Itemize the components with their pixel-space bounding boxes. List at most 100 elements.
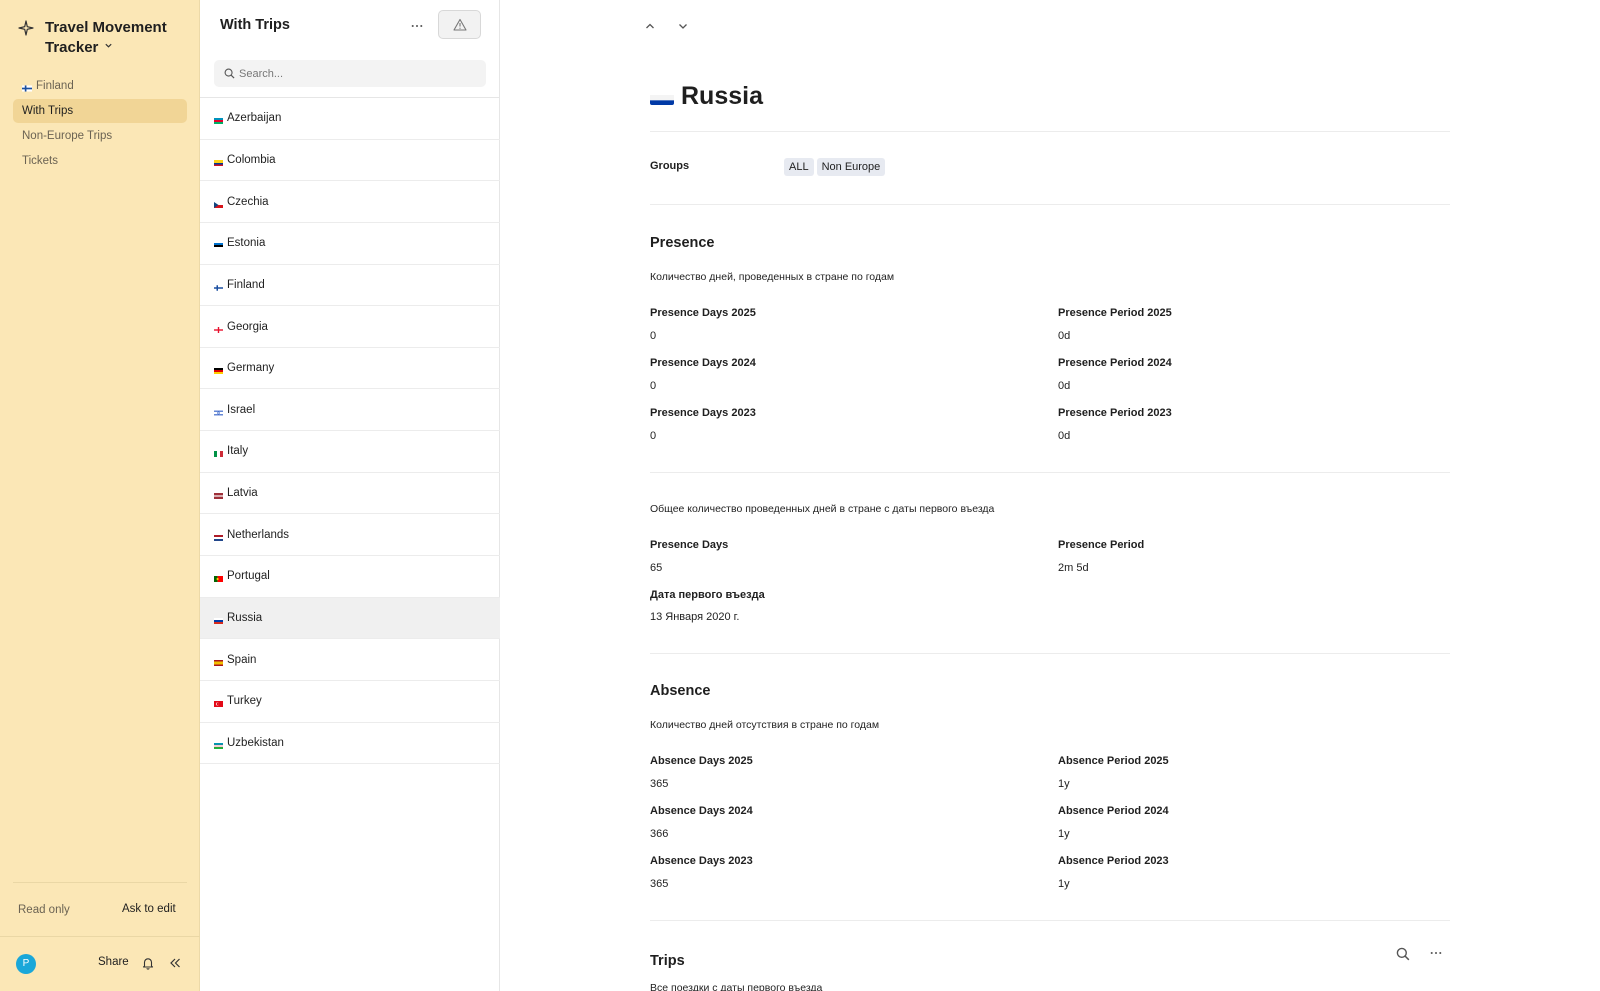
list-item-label: Colombia [227,153,276,166]
list-item-finland[interactable]: Finland [200,265,500,307]
chevron-down-icon [105,43,113,48]
spain-flag-icon [214,657,223,666]
israel-flag-icon [214,407,223,416]
sidebar-item-label: Tickets [22,155,58,167]
app-title[interactable]: Travel Movement Tracker [45,18,195,58]
divider [650,131,1450,132]
list-item-italy[interactable]: Italy [200,431,500,473]
presence-days-2023-value: 0 [650,430,657,442]
share-button[interactable]: Share [98,956,129,968]
list-item-label: Germany [227,362,275,375]
absence-days-2024-value: 366 [650,828,669,840]
absence-days-2023-value: 365 [650,878,669,890]
sidebar-item-finland[interactable]: Finland [13,74,187,98]
list-item-georgia[interactable]: Georgia [200,306,500,348]
germany-flag-icon [214,365,223,375]
trips-more-button[interactable] [1426,942,1446,960]
presence-period-2024-value: 0d [1058,380,1071,392]
absence-period-2023-label: Absence Period 2023 [1058,855,1169,867]
list-item-label: Uzbekistan [227,736,284,749]
list-item-label: Russia [227,612,263,624]
absence-days-2024-label: Absence Days 2024 [650,805,753,817]
azerbaijan-flag-icon [214,115,223,125]
list-item-label: Latvia [227,487,258,500]
list-item-label: Netherlands [227,528,290,541]
more-horizontal-icon [411,24,423,28]
presence-period-2024-label: Presence Period 2024 [1058,357,1172,369]
absence-period-2025-label: Absence Period 2025 [1058,755,1169,767]
list-item-estonia[interactable]: Estonia [200,223,500,265]
sidebar-item-tickets[interactable]: Tickets [13,149,187,173]
list-item-netherlands[interactable]: Netherlands [200,514,500,557]
list-item-label: Azerbaijan [227,112,282,125]
absence-days-2023-label: Absence Days 2023 [650,855,753,867]
more-options-button[interactable] [405,15,429,35]
presence-section-title: Presence [650,235,715,251]
presence-period-label: Presence Period [1058,539,1145,551]
page-title: Russia [650,82,763,111]
presence-days-value: 65 [650,562,663,574]
list-item-label: Portugal [227,570,270,583]
presence-period-2025-value: 0d [1058,330,1071,342]
finland-flag-icon [22,83,32,92]
read-only-label: Read only [18,904,70,916]
chevron-down-icon[interactable] [676,19,690,33]
warning-button[interactable] [438,10,481,39]
absence-period-2025-value: 1y [1058,778,1070,790]
sidebar-item-with-trips[interactable]: With Trips [13,99,187,123]
list-item-label: Estonia [227,237,266,250]
absence-period-2024-value: 1y [1058,828,1070,840]
group-tag-all[interactable]: ALL [784,158,814,176]
presence-days-2025-label: Presence Days 2025 [650,307,756,319]
estonia-flag-icon [214,240,223,250]
list-item-israel[interactable]: Israel [200,389,500,432]
bell-icon[interactable] [141,956,155,970]
app-title-text: Travel Movement Tracker [45,19,167,56]
divider [650,204,1450,205]
sidebar-item-label: Non-Europe Trips [22,130,113,142]
chevron-up-icon[interactable] [643,19,657,33]
list-item-turkey[interactable]: Turkey [200,681,500,723]
divider [650,920,1450,921]
list-item-czechia[interactable]: Czechia [200,181,500,223]
list-title: With Trips [220,17,290,33]
czechia-flag-icon [214,199,223,208]
uzbekistan-flag-icon [214,740,223,749]
list-item-label: Czechia [227,195,269,208]
list-item-spain[interactable]: Spain [200,639,500,681]
trips-section-title: Trips [650,953,685,969]
page-title-text: Russia [681,82,763,110]
collapse-sidebar-icon[interactable] [168,956,182,970]
list-item-colombia[interactable]: Colombia [200,140,500,182]
list-item-germany[interactable]: Germany [200,348,500,390]
search-input[interactable] [239,64,479,83]
first-entry-value: 13 Января 2020 г. [650,611,740,623]
presence-days-2024-value: 0 [650,380,657,392]
finland-flag-icon [214,282,223,291]
list-item-label: Italy [227,445,249,458]
avatar[interactable]: P [16,954,36,974]
search-icon[interactable] [1396,947,1410,961]
group-tag-non-europe[interactable]: Non Europe [816,158,886,176]
colombia-flag-icon [214,157,223,166]
italy-flag-icon [214,448,223,458]
list-item-latvia[interactable]: Latvia [200,473,500,515]
ask-to-edit-button[interactable]: Ask to edit [122,903,176,915]
presence-yearly-description: Количество дней, проведенных в стране по… [650,271,895,283]
sidebar-nav: Finland With Trips Non-Europe Trips Tick… [13,74,187,174]
list-item-azerbaijan[interactable]: Azerbaijan [200,98,500,140]
search-box[interactable] [214,60,486,87]
russia-flag-icon [214,615,223,624]
sidebar-item-non-europe-trips[interactable]: Non-Europe Trips [13,124,187,148]
list-item-label: Turkey [227,695,262,708]
list-item-russia[interactable]: Russia [200,597,500,640]
search-icon [224,68,235,79]
list-item-label: Georgia [227,320,268,333]
groups-tags: ALL Non Europe [784,158,886,176]
absence-period-2024-label: Absence Period 2024 [1058,805,1169,817]
list-item-uzbekistan[interactable]: Uzbekistan [200,723,500,765]
sidebar-item-label: Finland [36,80,74,92]
absence-days-2025-label: Absence Days 2025 [650,755,753,767]
presence-period-value: 2m 5d [1058,562,1089,574]
list-item-portugal[interactable]: Portugal [200,556,500,598]
